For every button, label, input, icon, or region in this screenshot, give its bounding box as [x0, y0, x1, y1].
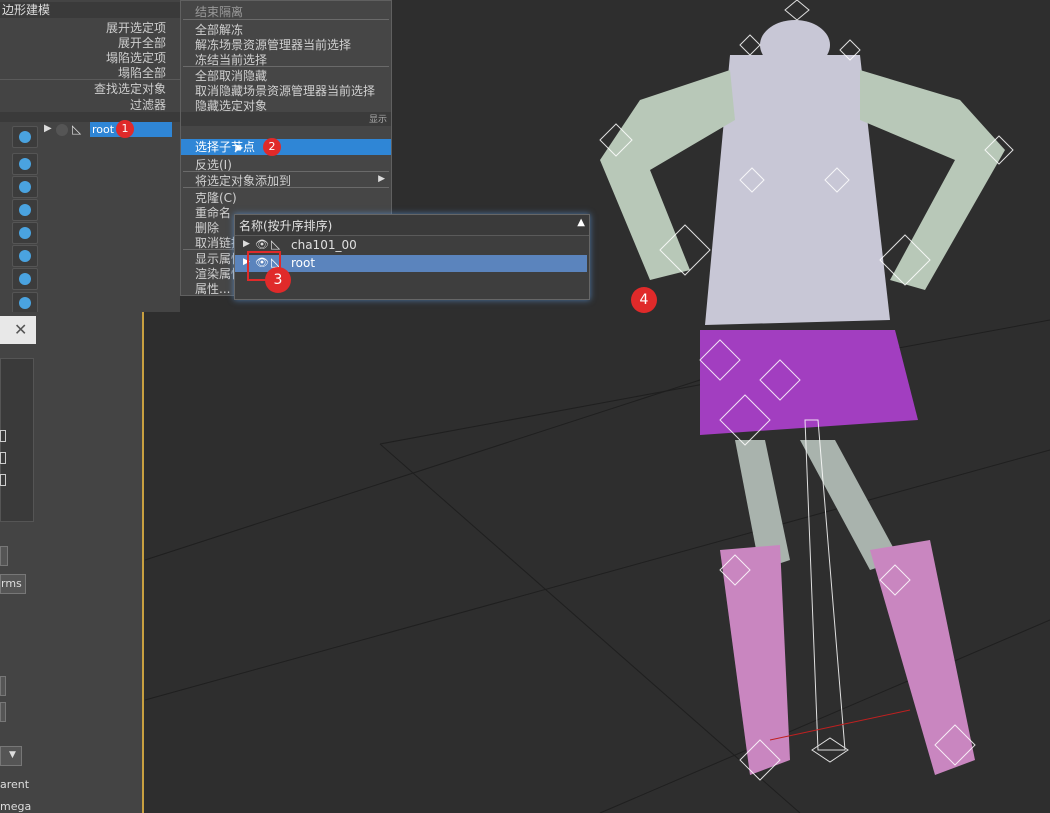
xref-filter-icon[interactable]	[12, 245, 38, 267]
group-filter-icon[interactable]	[12, 222, 38, 244]
sort-ascending-icon[interactable]: ▲	[577, 217, 585, 228]
display-hint: 显示	[368, 115, 387, 125]
row-label[interactable]: root	[291, 256, 315, 270]
button[interactable]	[0, 676, 6, 696]
step-badge-4: 4	[631, 287, 657, 313]
bone-filter-icon[interactable]	[12, 176, 38, 198]
button[interactable]	[0, 546, 8, 566]
filter-toolbar	[12, 126, 38, 314]
transforms-button[interactable]: rms	[0, 574, 26, 594]
row-label[interactable]: cha101_00	[291, 238, 357, 252]
sort-list-popup: 名称(按升序排序) ▲ ▶ 👁 ◺ cha101_00 ▶ 👁 ◺ root 3	[234, 214, 590, 300]
checkbox[interactable]	[0, 430, 6, 442]
parent-label: arent	[0, 778, 30, 791]
list-header[interactable]: 名称(按升序排序) ▲	[235, 215, 589, 236]
camera-filter-icon[interactable]	[12, 153, 38, 175]
bone-icon: ◺	[72, 122, 82, 136]
column-name-header[interactable]: 名称(按升序排序)	[239, 217, 332, 234]
character-model	[599, 0, 1014, 781]
visibility-icon[interactable]	[56, 124, 68, 136]
column-header-bar	[0, 112, 180, 122]
step-badge-3: 3	[265, 267, 291, 293]
menu-select-children-highlight[interactable]: 选择子节点 ➤ 2	[181, 138, 391, 156]
button-label: rms	[1, 577, 22, 590]
command-panel: ✕ rms ▼ arent mega	[0, 312, 142, 813]
scene-explorer-panel: 边形建模 展开选定项 展开全部 塌陷选定项 塌陷全部 查找选定对象 过滤器 ▶ …	[0, 0, 182, 314]
container-filter-icon[interactable]	[12, 292, 38, 314]
divider	[183, 187, 389, 188]
expand-arrow-icon[interactable]: ▶	[44, 123, 52, 134]
list-row-selected[interactable]: ▶ 👁 ◺ root	[235, 255, 587, 272]
step-badge-1: 1	[116, 120, 134, 138]
checkbox[interactable]	[0, 452, 6, 464]
expand-arrow-icon[interactable]: ▶	[243, 239, 250, 249]
mouse-cursor-icon: ➤	[233, 141, 244, 156]
panel-title: 边形建模	[0, 2, 182, 18]
button[interactable]	[0, 702, 6, 722]
bone-icon: ◺	[271, 237, 281, 251]
tree-node-root[interactable]: ▶ ◺ root 1	[38, 120, 192, 138]
spacewarp-filter-icon[interactable]	[12, 199, 38, 221]
eye-icon[interactable]: 👁	[255, 238, 269, 251]
menu-filters[interactable]: 过滤器	[130, 96, 166, 113]
helper-filter-icon[interactable]	[12, 268, 38, 290]
light-filter-icon[interactable]	[12, 126, 38, 148]
menu-select-children[interactable]: 选择子节点	[195, 139, 255, 155]
step-badge-2: 2	[263, 138, 281, 156]
submenu-arrow-icon: ▶	[378, 174, 385, 184]
menu-properties[interactable]: 属性...	[195, 280, 230, 297]
menu-find-selected[interactable]: 查找选定对象	[94, 80, 166, 97]
chevron-down-icon[interactable]: ▼	[9, 750, 16, 760]
menu-divider-bar: 显示	[181, 112, 391, 126]
dropdown[interactable]: ▼	[0, 746, 22, 766]
list-row[interactable]: ▶ 👁 ◺ cha101_00	[235, 237, 589, 254]
tab-strip[interactable]: ✕	[0, 316, 36, 344]
divider	[183, 19, 389, 20]
checkbox[interactable]	[0, 474, 6, 486]
omega-label: mega	[0, 800, 32, 813]
menu-end-isolate[interactable]: 结束隔离	[195, 3, 243, 20]
close-icon[interactable]: ✕	[14, 320, 27, 339]
